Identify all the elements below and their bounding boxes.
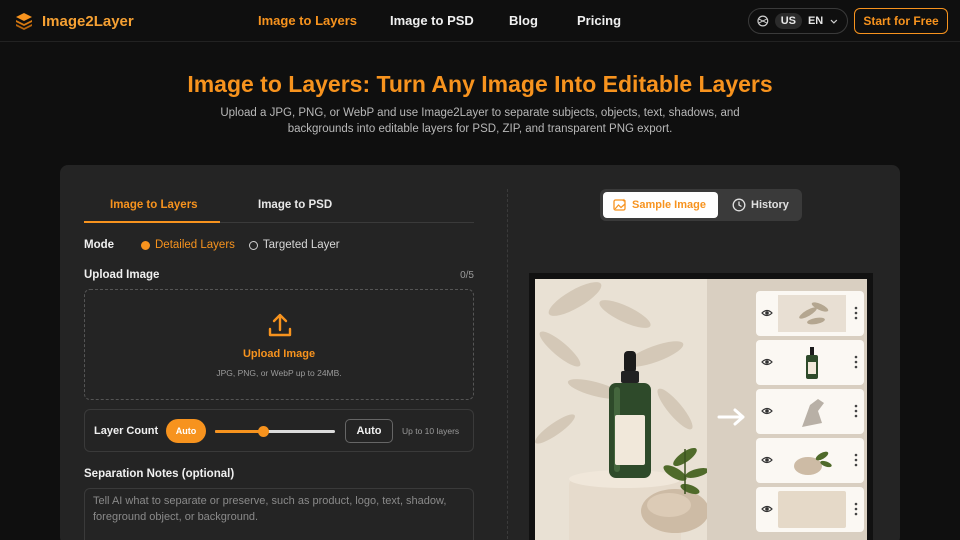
layer-thumb-stone bbox=[794, 451, 832, 475]
upload-dropzone[interactable]: Upload Image JPG, PNG, or WebP up to 24M… bbox=[84, 289, 474, 400]
more-vertical-icon[interactable] bbox=[854, 502, 858, 516]
history-button[interactable]: History bbox=[722, 192, 800, 218]
more-vertical-icon[interactable] bbox=[854, 306, 858, 320]
layer-card-bottle[interactable] bbox=[756, 340, 864, 385]
more-vertical-icon[interactable] bbox=[854, 355, 858, 369]
history-label: History bbox=[751, 199, 789, 211]
eye-icon[interactable] bbox=[761, 504, 773, 514]
eye-icon[interactable] bbox=[761, 406, 773, 416]
brand-logo-link[interactable]: Image2Layer bbox=[14, 11, 134, 31]
nav-pricing[interactable]: Pricing bbox=[577, 13, 621, 28]
layer-card-shadow[interactable] bbox=[756, 291, 864, 336]
preview-mode-toggle: Sample Image History bbox=[600, 189, 802, 221]
panel-divider bbox=[507, 189, 508, 540]
mode-selector: Mode Detailed Layers Targeted Layer bbox=[84, 239, 340, 251]
active-tab-indicator bbox=[84, 221, 220, 223]
nav-image-to-layers[interactable]: Image to Layers bbox=[258, 13, 390, 28]
layer-count-auto-toggle[interactable]: Auto bbox=[166, 419, 206, 443]
start-for-free-button[interactable]: Start for Free bbox=[854, 8, 948, 34]
leaf-shadow-illustration bbox=[535, 282, 707, 540]
radio-unselected-icon bbox=[248, 240, 258, 250]
upload-label: Upload Image bbox=[84, 269, 160, 281]
more-vertical-icon[interactable] bbox=[854, 404, 858, 418]
nav-blog[interactable]: Blog bbox=[509, 13, 577, 28]
eye-icon[interactable] bbox=[761, 357, 773, 367]
layer-thumb-background bbox=[778, 491, 846, 528]
arrow-right-icon bbox=[717, 408, 745, 426]
separation-notes-input[interactable] bbox=[84, 488, 474, 540]
sample-photo bbox=[535, 279, 867, 540]
tool-tabs: Image to Layers Image to PSD bbox=[84, 193, 474, 223]
mode-option-targeted-layer[interactable]: Targeted Layer bbox=[248, 239, 340, 251]
sample-image-label: Sample Image bbox=[632, 199, 706, 211]
upload-title: Upload Image bbox=[242, 348, 316, 360]
radio-selected-icon bbox=[141, 240, 150, 250]
sample-preview bbox=[529, 273, 873, 540]
tab-image-to-psd[interactable]: Image to PSD bbox=[258, 199, 332, 211]
upload-hint: JPG, PNG, or WebP up to 24MB. bbox=[216, 368, 342, 378]
mode-option-label: Detailed Layers bbox=[155, 239, 235, 251]
upload-icon bbox=[268, 313, 292, 337]
chevron-down-icon bbox=[830, 19, 838, 24]
layer-count-slider[interactable] bbox=[215, 426, 335, 437]
top-navigation: Image2Layer Image to Layers Image to PSD… bbox=[0, 0, 960, 42]
language-code: EN bbox=[807, 15, 824, 27]
image-sparkle-icon bbox=[613, 198, 626, 211]
layer-card-stone-plant[interactable] bbox=[756, 438, 864, 483]
main-nav: Image to Layers Image to PSD Blog Pricin… bbox=[258, 13, 621, 28]
clock-icon bbox=[732, 198, 746, 212]
more-vertical-icon[interactable] bbox=[854, 453, 858, 467]
slider-thumb[interactable] bbox=[257, 426, 269, 437]
layer-count-value[interactable]: Auto bbox=[345, 419, 393, 443]
slider-fill bbox=[215, 430, 263, 433]
region-code: US bbox=[774, 13, 802, 29]
layer-thumb-shadow bbox=[802, 399, 824, 427]
eye-icon[interactable] bbox=[761, 308, 773, 318]
layer-card-bottle-shadow[interactable] bbox=[756, 389, 864, 434]
brand-name: Image2Layer bbox=[42, 12, 134, 30]
page-title: Image to Layers: Turn Any Image Into Edi… bbox=[187, 71, 773, 97]
layers-logo-icon bbox=[16, 13, 32, 30]
eye-icon[interactable] bbox=[761, 455, 773, 465]
sample-image-button[interactable]: Sample Image bbox=[603, 192, 718, 218]
globe-icon bbox=[757, 15, 769, 27]
mode-label: Mode bbox=[84, 239, 115, 251]
layer-thumb-leaf-shadow bbox=[778, 295, 846, 332]
tool-panel: Image to Layers Image to PSD Mode Detail… bbox=[60, 165, 900, 540]
layer-thumb-bottle bbox=[806, 347, 818, 379]
mode-option-label: Targeted Layer bbox=[262, 239, 340, 251]
layer-count-control: Layer Count Auto Auto Up to 10 layers bbox=[84, 409, 474, 452]
upload-count: 0/5 bbox=[460, 270, 474, 281]
nav-image-to-psd[interactable]: Image to PSD bbox=[390, 13, 509, 28]
layer-card-background[interactable] bbox=[756, 487, 864, 532]
layer-count-hint: Up to 10 layers bbox=[402, 426, 460, 436]
separation-notes-label: Separation Notes (optional) bbox=[84, 468, 235, 480]
layer-count-label: Layer Count bbox=[94, 425, 159, 437]
page-subtitle: Upload a JPG, PNG, or WebP and use Image… bbox=[220, 107, 740, 135]
tab-image-to-layers[interactable]: Image to Layers bbox=[110, 199, 198, 211]
language-selector[interactable]: US EN bbox=[748, 8, 848, 34]
mode-option-detailed-layers[interactable]: Detailed Layers bbox=[141, 239, 235, 251]
